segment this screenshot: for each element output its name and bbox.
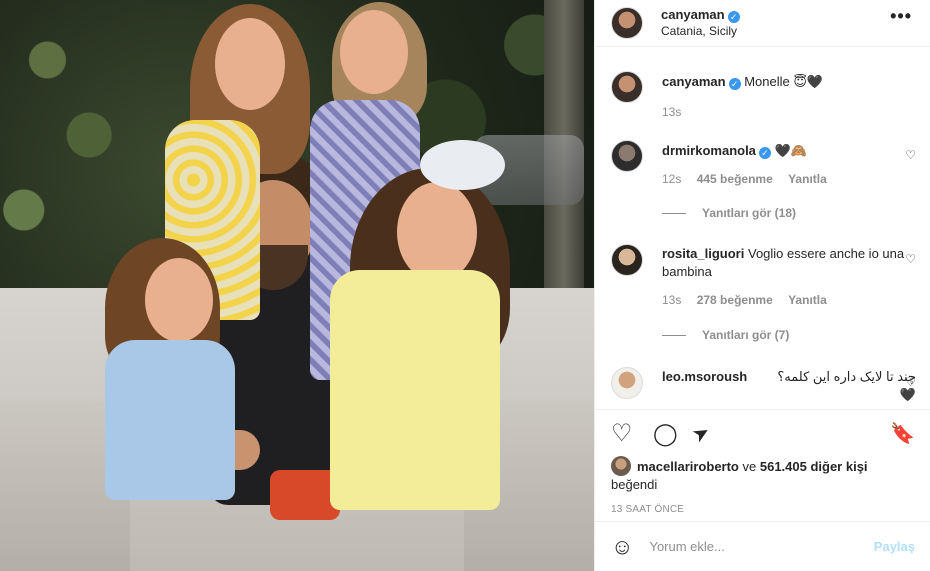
comment-item: leo.msoroush چند تا لایک داره این کلمه؟🖤… (611, 367, 916, 404)
photo-girl4-dress (330, 270, 500, 510)
replies-line (662, 212, 686, 214)
comment-username[interactable]: leo.msoroush (662, 369, 747, 384)
verified-badge-icon: ✓ (727, 11, 740, 23)
photo-girl4-face (397, 182, 477, 282)
liker-avatar[interactable] (611, 456, 631, 476)
post-comment-button[interactable]: Paylaş (874, 539, 915, 554)
post-header: canyaman ✓ Catania, Sicily ••• (595, 0, 930, 47)
comment-input[interactable] (649, 539, 874, 554)
view-replies-label: Yanıtları gör (7) (702, 328, 790, 342)
comment-avatar[interactable] (611, 244, 643, 276)
comment-time[interactable]: 13s (662, 293, 681, 307)
more-options-icon[interactable]: ••• (890, 6, 912, 27)
action-icons: ♡ ◯ ➤ 🔖 (611, 420, 915, 448)
author-avatar[interactable] (611, 7, 643, 39)
photo-girl3-face (145, 258, 213, 342)
comment-meta: 12s 445 beğenme Yanıtla (662, 172, 916, 186)
verified-badge-icon: ✓ (728, 78, 741, 90)
comment-body: rosita_liguori Voglio essere anche io un… (662, 244, 916, 281)
view-replies-button[interactable]: Yanıtları gör (18) (662, 206, 796, 220)
author-username[interactable]: canyaman (661, 7, 725, 22)
post-location[interactable]: Catania, Sicily (661, 23, 740, 39)
comment-likes[interactable]: 278 beğenme (697, 293, 773, 307)
comment-bubble-icon[interactable]: ◯ (653, 420, 678, 448)
comment-username[interactable]: drmirkomanola (662, 143, 756, 158)
caption-time[interactable]: 13s (662, 105, 681, 119)
add-comment-bar: ☺ Paylaş (595, 521, 930, 571)
verified-badge-icon: ✓ (758, 147, 771, 159)
comment-avatar[interactable] (611, 367, 643, 399)
caption-meta: 13s (662, 105, 916, 119)
author-info: canyaman ✓ Catania, Sicily (661, 7, 740, 39)
post-actions: ♡ ◯ ➤ 🔖 macellariroberto ve 561.405 diğe… (595, 409, 930, 515)
view-replies-label: Yanıtları gör (18) (702, 206, 797, 220)
view-replies-button[interactable]: Yanıtları gör (7) (662, 328, 789, 342)
comment-item: rosita_liguori Voglio essere anche io un… (611, 244, 916, 307)
post-photo[interactable] (0, 0, 594, 571)
photo-girl1-face (215, 18, 285, 110)
photo-girl4-flower-headband (420, 140, 505, 190)
share-paper-plane-icon[interactable]: ➤ (687, 418, 716, 451)
caption-avatar[interactable] (611, 71, 643, 103)
replies-line (662, 334, 686, 336)
caption-username[interactable]: canyaman (662, 74, 726, 89)
comment-body: drmirkomanola ✓ 🖤🙈 (662, 140, 916, 160)
emoji-picker-icon[interactable]: ☺ (611, 534, 633, 560)
photo-girl2-face (340, 10, 408, 94)
likes-summary: macellariroberto ve 561.405 diğer kişi b… (611, 456, 915, 494)
comment-likes[interactable]: 445 beğenme (697, 172, 773, 186)
reply-button[interactable]: Yanıtla (788, 293, 827, 307)
liker-username[interactable]: macellariroberto (637, 459, 739, 474)
comment-username[interactable]: rosita_liguori (662, 246, 744, 261)
save-bookmark-icon[interactable]: 🔖 (890, 420, 915, 448)
caption: canyaman ✓ Monelle 😇🖤 13s (611, 71, 916, 119)
caption-body: canyaman ✓ Monelle 😇🖤 (662, 71, 916, 91)
comment-like-heart-icon[interactable]: ♡ (905, 252, 916, 266)
like-heart-icon[interactable]: ♡ (611, 420, 633, 448)
photo-girl3-dress (105, 340, 235, 500)
reply-button[interactable]: Yanıtla (788, 172, 827, 186)
comments-list[interactable]: canyaman ✓ Monelle 😇🖤 13s drmirkomanola ✓ … (595, 47, 930, 409)
post-side-panel: canyaman ✓ Catania, Sicily ••• canyaman ✓ … (594, 0, 930, 571)
likes-count[interactable]: 561.405 diğer kişi (760, 459, 868, 474)
comment-body: leo.msoroush چند تا لایک داره این کلمه؟🖤 (662, 367, 916, 402)
comment-text: 🖤🙈 (774, 143, 807, 158)
comment-meta: 13s 278 beğenme Yanıtla (662, 293, 916, 307)
comment-like-heart-icon[interactable]: ♡ (905, 148, 916, 162)
comment-time[interactable]: 12s (662, 172, 681, 186)
likes-connector: ve (742, 459, 757, 474)
comment-like-heart-icon[interactable]: ♡ (905, 375, 916, 389)
post-timestamp[interactable]: 13 SAAT ÖNCE (611, 504, 915, 515)
comment-text: چند تا لایک داره این کلمه؟🖤 (777, 369, 916, 402)
caption-text: Monelle 😇🖤 (744, 74, 824, 89)
comment-item: drmirkomanola ✓ 🖤🙈 12s 445 beğenme Yanıtl… (611, 140, 916, 186)
likes-suffix: beğendi (611, 477, 658, 492)
comment-avatar[interactable] (611, 140, 643, 172)
